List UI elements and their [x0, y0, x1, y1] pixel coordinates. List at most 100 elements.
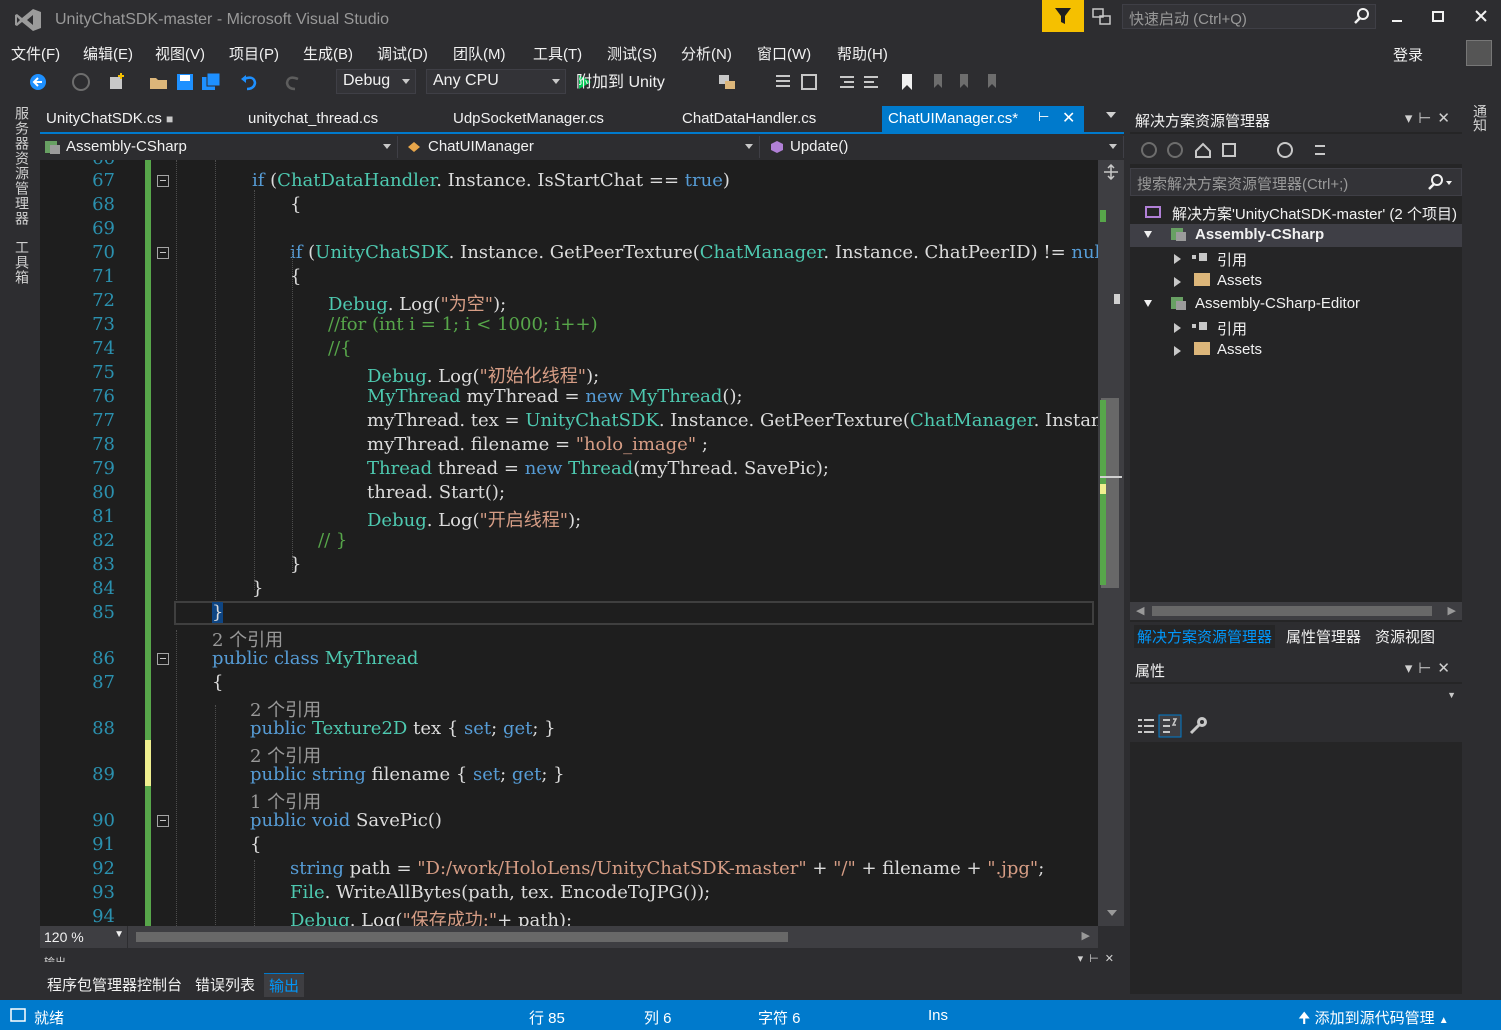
tab-property-manager[interactable]: 属性管理器: [1283, 625, 1364, 648]
code-line[interactable]: 80 thread. Start();: [40, 482, 1098, 506]
member-dropdown[interactable]: Update(): [764, 136, 1124, 158]
menu-analyze[interactable]: 分析(N): [681, 43, 732, 64]
horizontal-scroll-thumb[interactable]: [136, 932, 788, 942]
codelens-reference[interactable]: 2 个引用: [40, 696, 1098, 721]
property-pages-icon[interactable]: [1188, 716, 1208, 736]
code-editor[interactable]: 66 67 if (ChatDataHandler. Instance. IsSt…: [40, 160, 1098, 926]
close-tab-icon[interactable]: ✕: [1062, 108, 1075, 128]
properties-object-select[interactable]: ▼: [1130, 684, 1462, 710]
split-window-icon[interactable]: [1102, 164, 1120, 180]
code-line[interactable]: 69: [40, 218, 1098, 242]
pane-toggle-icon[interactable]: [798, 71, 820, 93]
scroll-right-icon[interactable]: ▶: [1448, 604, 1456, 617]
scroll-down-icon[interactable]: [1106, 908, 1118, 918]
code-line[interactable]: 91 {: [40, 834, 1098, 858]
collapse-icon[interactable]: [1174, 277, 1181, 287]
code-line[interactable]: 77 myThread. tex = UnityChatSDK. Instance…: [40, 410, 1098, 434]
tab-chatdatahandler[interactable]: ChatDataHandler.cs: [676, 106, 822, 132]
code-line[interactable]: 83}: [40, 554, 1098, 578]
navigate-forward-icon[interactable]: [70, 71, 92, 93]
uncomment-icon[interactable]: [860, 71, 882, 93]
tree-references[interactable]: 引用: [1130, 316, 1462, 339]
menu-view[interactable]: 视图(V): [155, 43, 205, 64]
quick-launch-input[interactable]: 快速启动 (Ctrl+Q): [1122, 4, 1376, 29]
attach-to-unity-button[interactable]: 附加到 Unity: [576, 68, 665, 92]
code-line[interactable]: 81 Debug. Log("开启线程");: [40, 506, 1098, 531]
tab-overflow-icon[interactable]: [1106, 112, 1116, 118]
expand-icon[interactable]: [1144, 300, 1152, 307]
redo-icon[interactable]: [282, 71, 304, 93]
collapse-region-icon[interactable]: [157, 247, 169, 259]
code-line[interactable]: 68 {: [40, 194, 1098, 218]
solution-scroll-thumb[interactable]: [1152, 606, 1432, 616]
code-line[interactable]: 71{: [40, 266, 1098, 290]
code-line[interactable]: 76 MyThread myThread = new MyThread();: [40, 386, 1098, 410]
scroll-right-icon[interactable]: ▶: [1082, 929, 1090, 942]
prev-bookmark-icon[interactable]: [926, 71, 948, 93]
solution-horizontal-scrollbar[interactable]: ◀ ▶: [1130, 602, 1462, 620]
editor-horizontal-scrollbar[interactable]: 120 % ▼ ▶: [40, 926, 1098, 948]
comment-out-icon[interactable]: [836, 71, 858, 93]
toolbox-tab[interactable]: 工具箱: [12, 240, 32, 285]
collapse-icon[interactable]: [1174, 323, 1181, 333]
code-line[interactable]: 92 string path = "D:/work/HoloLens/UnityC…: [40, 858, 1098, 882]
class-dropdown[interactable]: ChatUIManager: [402, 136, 760, 158]
navigate-back-icon[interactable]: [28, 71, 50, 93]
save-all-icon[interactable]: [200, 71, 222, 93]
expand-icon[interactable]: [1144, 231, 1152, 238]
code-line[interactable]: 87 {: [40, 672, 1098, 696]
code-line[interactable]: 85}: [40, 601, 1098, 626]
menu-tools[interactable]: 工具(T): [533, 43, 582, 64]
codelens-reference[interactable]: 1 个引用: [40, 788, 1098, 813]
collapse-region-icon[interactable]: [157, 653, 169, 665]
scroll-left-icon[interactable]: ◀: [1136, 604, 1144, 617]
solution-toolbar-icons[interactable]: [1140, 140, 1340, 160]
code-line[interactable]: 90 public void SavePic(): [40, 810, 1098, 834]
next-bookmark-icon[interactable]: [952, 71, 974, 93]
code-line[interactable]: 88 public Texture2D tex { set; get; }: [40, 718, 1098, 742]
code-line[interactable]: 94 Debug. Log("保存成功:"+ path);: [40, 906, 1098, 926]
output-panel-buttons[interactable]: ▾⊢✕: [1078, 952, 1120, 965]
code-line[interactable]: 89 public string filename { set; get; }: [40, 764, 1098, 788]
notifications-tab[interactable]: 通知: [1470, 104, 1490, 132]
maximize-icon[interactable]: [1427, 8, 1449, 26]
tree-references[interactable]: 引用: [1130, 247, 1462, 270]
code-line[interactable]: 82 // }: [40, 530, 1098, 554]
tree-project-assembly-csharp[interactable]: Assembly-CSharp: [1130, 224, 1462, 247]
tree-assets[interactable]: Assets: [1130, 339, 1462, 362]
menu-window[interactable]: 窗口(W): [757, 43, 811, 64]
new-project-icon[interactable]: [106, 71, 128, 93]
menu-file[interactable]: 文件(F): [11, 43, 60, 64]
person-feedback-icon[interactable]: [1090, 6, 1114, 28]
feedback-filter-button[interactable]: [1042, 0, 1084, 32]
code-line[interactable]: 78 myThread. filename = "holo_image" ;: [40, 434, 1098, 458]
alphabetical-icon[interactable]: [1158, 714, 1182, 738]
toolbar-tools-icon[interactable]: [716, 71, 738, 93]
tab-solution-explorer[interactable]: 解决方案资源管理器: [1134, 625, 1276, 648]
code-line[interactable]: 93 File. WriteAllBytes(path, tex. EncodeT…: [40, 882, 1098, 906]
menu-team[interactable]: 团队(M): [453, 43, 506, 64]
menu-edit[interactable]: 编辑(E): [83, 43, 133, 64]
code-line[interactable]: 72 Debug. Log("为空");: [40, 290, 1098, 315]
code-line[interactable]: 74 //{: [40, 338, 1098, 362]
tab-output[interactable]: 输出: [264, 973, 305, 997]
code-line[interactable]: 75 Debug. Log("初始化线程");: [40, 362, 1098, 387]
code-line[interactable]: 73 //for (int i = 1; i < 1000; i++): [40, 314, 1098, 338]
code-line[interactable]: 84}: [40, 578, 1098, 602]
tree-assets[interactable]: Assets: [1130, 270, 1462, 293]
tab-chatuimanager[interactable]: ChatUIManager.cs* ⊢ ✕: [882, 106, 1084, 132]
undo-icon[interactable]: [238, 71, 260, 93]
pin-icon[interactable]: ⊢: [1038, 109, 1049, 125]
zoom-select[interactable]: 120 % ▼: [40, 926, 128, 948]
tree-project-assembly-csharp-editor[interactable]: Assembly-CSharp-Editor: [1130, 293, 1462, 316]
minimize-icon[interactable]: [1386, 8, 1408, 26]
menu-debug[interactable]: 调试(D): [377, 43, 428, 64]
menu-test[interactable]: 测试(S): [607, 43, 657, 64]
solution-platform-select[interactable]: Any CPU: [426, 69, 566, 94]
tree-solution[interactable]: 解决方案'UnityChatSDK-master' (2 个项目): [1130, 201, 1462, 224]
tab-package-manager-console[interactable]: 程序包管理器控制台: [42, 973, 187, 996]
project-dropdown[interactable]: Assembly-CSharp: [40, 136, 398, 158]
collapse-icon[interactable]: [1174, 346, 1181, 356]
tab-resource-view[interactable]: 资源视图: [1372, 625, 1438, 648]
panel-window-buttons[interactable]: ▾⊢✕: [1405, 659, 1456, 677]
